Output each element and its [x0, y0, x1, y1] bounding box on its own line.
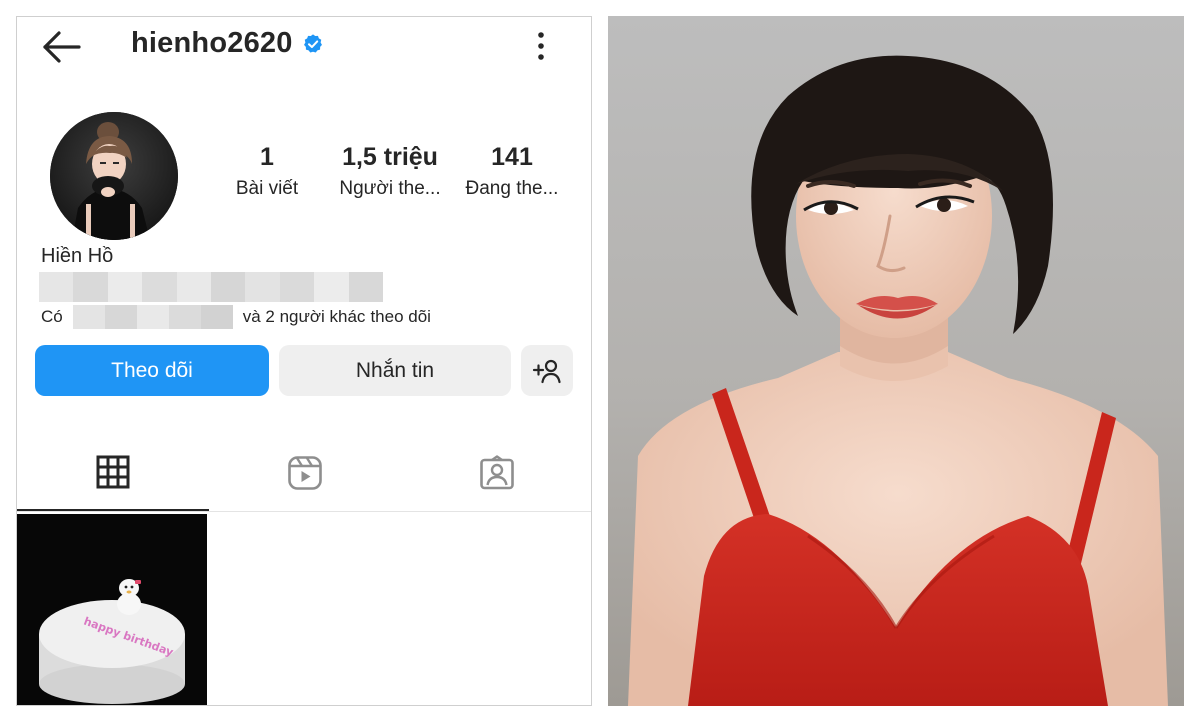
avatar-portrait	[50, 112, 178, 240]
profile-tabs	[17, 449, 591, 511]
add-user-button[interactable]	[521, 345, 573, 396]
avatar[interactable]	[50, 112, 178, 240]
username-row: hienho2620	[131, 27, 324, 60]
more-vertical-icon	[538, 32, 544, 60]
followed-by-text[interactable]: Có và 2 người khác theo dõi	[41, 305, 431, 329]
message-button[interactable]: Nhắn tin	[279, 345, 511, 396]
tab-posts-grid[interactable]	[17, 449, 209, 511]
tab-reels[interactable]	[209, 449, 401, 511]
more-options-button[interactable]	[529, 29, 553, 63]
tab-tagged[interactable]	[401, 449, 591, 511]
followers-label: Người the...	[339, 178, 441, 199]
stat-following[interactable]: 141 Đang the...	[457, 143, 567, 200]
verified-badge-icon	[303, 33, 322, 53]
pixelated-bio	[39, 272, 384, 302]
portrait-photo	[608, 16, 1184, 706]
tabs-divider	[17, 511, 591, 512]
followers-count: 1,5 triệu	[342, 143, 438, 171]
post-thumbnail[interactable]: happy birthday	[17, 514, 207, 705]
instagram-profile-screen: hienho2620 1 Bài viết 1,5 triệu Người th…	[16, 16, 592, 706]
display-name: Hiền Hồ	[41, 245, 114, 267]
profile-header: hienho2620	[17, 17, 591, 75]
followed-by-others: và 2 người khác	[242, 307, 366, 326]
following-label: Đang the...	[465, 178, 559, 199]
following-count: 141	[491, 143, 533, 171]
birthday-cake-image: happy birthday	[17, 514, 207, 705]
back-button[interactable]	[39, 29, 83, 65]
tagged-icon	[480, 455, 514, 490]
followed-by-prefix: Có	[41, 307, 63, 326]
followed-by-suffix: theo dõi	[370, 307, 431, 326]
posts-count: 1	[260, 143, 274, 171]
reels-icon	[288, 456, 322, 490]
pixelated-follower-names	[72, 305, 233, 329]
grid-icon	[96, 455, 130, 489]
stat-posts[interactable]: 1 Bài viết	[217, 143, 317, 200]
stat-followers[interactable]: 1,5 triệu Người the...	[325, 143, 455, 200]
follow-button[interactable]: Theo dõi	[35, 345, 269, 396]
portrait-illustration	[608, 16, 1184, 706]
posts-label: Bài viết	[235, 178, 299, 199]
add-user-icon	[532, 359, 561, 383]
arrow-left-icon	[43, 31, 81, 63]
username: hienho2620	[131, 27, 293, 59]
